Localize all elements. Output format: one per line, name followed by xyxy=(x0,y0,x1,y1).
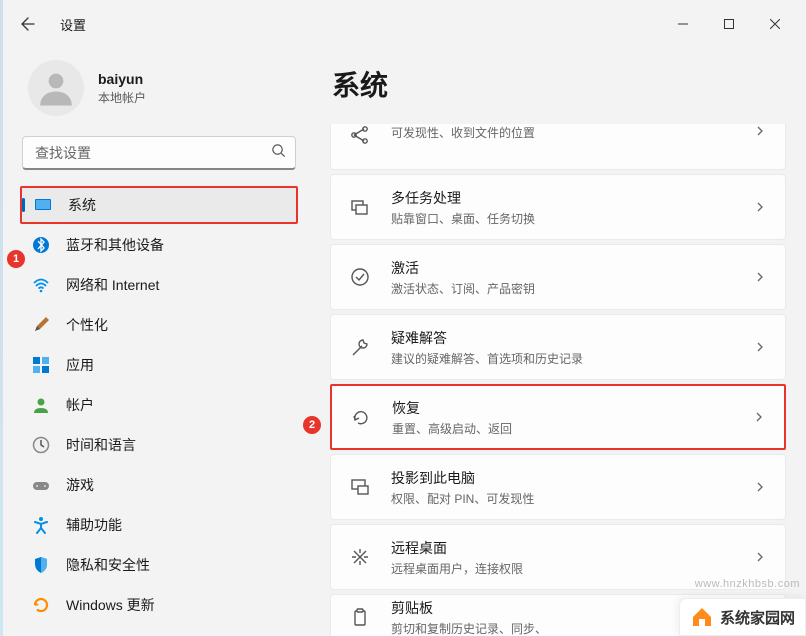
recovery-icon xyxy=(350,406,372,428)
sidebar-item-label: Windows 更新 xyxy=(66,595,155,615)
sidebar-item-time-language[interactable]: 时间和语言 xyxy=(20,426,298,464)
user-type: 本地帐户 xyxy=(98,89,146,106)
nav-list: 系统 蓝牙和其他设备 网络和 Internet 个性化 应用 帐户 xyxy=(20,186,298,624)
chevron-right-icon xyxy=(753,480,767,494)
card-desc: 重置、高级启动、返回 xyxy=(392,420,732,437)
card-troubleshoot[interactable]: 疑难解答 建议的疑难解答、首选项和历史记录 xyxy=(330,314,786,380)
house-icon xyxy=(690,605,714,629)
sidebar-item-accounts[interactable]: 帐户 xyxy=(20,386,298,424)
chevron-right-icon xyxy=(753,270,767,284)
card-desc: 可发现性、收到文件的位置 xyxy=(391,124,733,141)
search-box xyxy=(22,136,296,170)
sidebar-item-label: 系统 xyxy=(68,195,96,215)
sidebar-item-gaming[interactable]: 游戏 xyxy=(20,466,298,504)
clock-icon xyxy=(32,436,50,454)
multitask-icon xyxy=(349,196,371,218)
system-icon xyxy=(34,196,52,214)
sidebar-item-label: 时间和语言 xyxy=(66,435,136,455)
sidebar-item-accessibility[interactable]: 辅助功能 xyxy=(20,506,298,544)
card-desc: 贴靠窗口、桌面、任务切换 xyxy=(391,210,733,227)
arrow-left-icon xyxy=(20,16,36,32)
sidebar-item-label: 辅助功能 xyxy=(66,515,122,535)
brand-badge: 系统家园网 xyxy=(679,598,806,636)
user-block[interactable]: baiyun 本地帐户 xyxy=(20,48,298,136)
avatar xyxy=(28,60,84,116)
search-button[interactable] xyxy=(271,143,286,163)
minimize-icon xyxy=(678,19,688,29)
check-circle-icon xyxy=(349,266,371,288)
accessibility-icon xyxy=(32,516,50,534)
card-title: 多任务处理 xyxy=(391,188,733,208)
card-multitasking[interactable]: 多任务处理 贴靠窗口、桌面、任务切换 xyxy=(330,174,786,240)
sidebar-item-label: 游戏 xyxy=(66,475,94,495)
minimize-button[interactable] xyxy=(660,8,706,40)
chevron-right-icon xyxy=(753,200,767,214)
apps-icon xyxy=(32,356,50,374)
share-icon xyxy=(349,124,371,146)
person-icon xyxy=(32,396,50,414)
remote-icon xyxy=(349,546,371,568)
card-title: 疑难解答 xyxy=(391,328,733,348)
card-desc: 权限、配对 PIN、可发现性 xyxy=(391,490,733,507)
close-button[interactable] xyxy=(752,8,798,40)
annotation-badge-2: 2 xyxy=(303,416,321,434)
sidebar-item-label: 隐私和安全性 xyxy=(66,555,150,575)
sidebar-item-label: 蓝牙和其他设备 xyxy=(66,235,164,255)
search-input[interactable] xyxy=(22,136,296,170)
sidebar-item-personalization[interactable]: 个性化 xyxy=(20,306,298,344)
window-title: 设置 xyxy=(60,15,86,34)
wrench-icon xyxy=(349,336,371,358)
titlebar: 设置 xyxy=(0,0,806,48)
brand-text: 系统家园网 xyxy=(720,607,795,628)
card-desc: 激活状态、订阅、产品密钥 xyxy=(391,280,733,297)
sidebar-item-system[interactable]: 系统 xyxy=(20,186,298,224)
maximize-icon xyxy=(724,19,734,29)
card-title: 恢复 xyxy=(392,398,732,418)
sidebar-item-label: 应用 xyxy=(66,355,94,375)
sidebar-item-label: 帐户 xyxy=(66,395,94,415)
sidebar-item-network[interactable]: 网络和 Internet xyxy=(20,266,298,304)
wifi-icon xyxy=(32,276,50,294)
update-icon xyxy=(32,596,50,614)
card-projecting[interactable]: 投影到此电脑 权限、配对 PIN、可发现性 xyxy=(330,454,786,520)
project-icon xyxy=(349,476,371,498)
window-controls xyxy=(660,8,798,40)
close-icon xyxy=(770,19,780,29)
sidebar: baiyun 本地帐户 系统 蓝牙和其他设备 网络和 Internet xyxy=(0,48,310,636)
sidebar-item-label: 网络和 Internet xyxy=(66,275,159,295)
sidebar-item-privacy[interactable]: 隐私和安全性 xyxy=(20,546,298,584)
back-button[interactable] xyxy=(8,4,48,44)
sidebar-item-bluetooth[interactable]: 蓝牙和其他设备 xyxy=(20,226,298,264)
chevron-right-icon xyxy=(753,124,767,138)
brush-icon xyxy=(32,316,50,334)
chevron-right-icon xyxy=(753,550,767,564)
sidebar-item-windows-update[interactable]: Windows 更新 xyxy=(20,586,298,624)
card-recovery[interactable]: 恢复 重置、高级启动、返回 xyxy=(330,384,786,450)
sidebar-item-apps[interactable]: 应用 xyxy=(20,346,298,384)
page-title: 系统 xyxy=(332,64,786,104)
sidebar-item-label: 个性化 xyxy=(66,315,108,335)
chevron-right-icon xyxy=(753,340,767,354)
main-content: 系统 可发现性、收到文件的位置 多任务处理 贴靠窗口、桌面、任务切换 xyxy=(310,48,806,636)
watermark: www.hnzkhbsb.com xyxy=(695,578,800,590)
settings-card-list: 可发现性、收到文件的位置 多任务处理 贴靠窗口、桌面、任务切换 激活 激活状态、… xyxy=(330,124,786,636)
chevron-right-icon xyxy=(752,410,766,424)
card-desc: 建议的疑难解答、首选项和历史记录 xyxy=(391,350,733,367)
annotation-badge-1: 1 xyxy=(7,250,25,268)
shield-icon xyxy=(32,556,50,574)
card-title: 投影到此电脑 xyxy=(391,468,733,488)
card-title: 远程桌面 xyxy=(391,538,733,558)
card-desc: 远程桌面用户，连接权限 xyxy=(391,560,733,577)
card-title: 激活 xyxy=(391,258,733,278)
maximize-button[interactable] xyxy=(706,8,752,40)
bluetooth-icon xyxy=(32,236,50,254)
clipboard-icon xyxy=(349,607,371,629)
user-name: baiyun xyxy=(98,71,146,87)
card-activation[interactable]: 激活 激活状态、订阅、产品密钥 xyxy=(330,244,786,310)
gamepad-icon xyxy=(32,476,50,494)
search-icon xyxy=(271,143,286,158)
card-nearby-sharing[interactable]: 可发现性、收到文件的位置 xyxy=(330,124,786,170)
